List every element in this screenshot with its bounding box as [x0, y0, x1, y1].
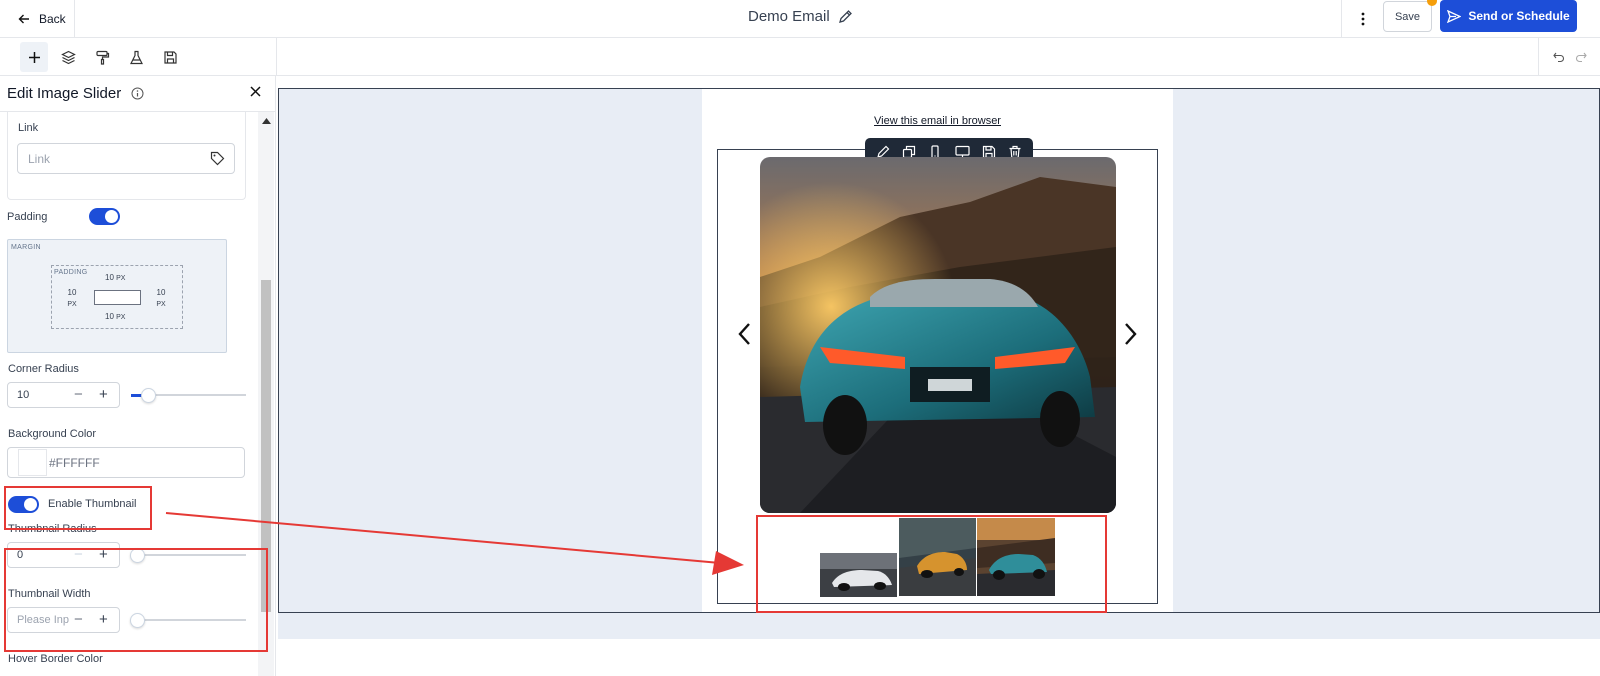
corner-radius-stepper[interactable]: 10 − +: [7, 382, 120, 408]
info-icon[interactable]: [131, 87, 144, 100]
layers-icon: [60, 50, 76, 64]
scroll-up-icon[interactable]: [262, 118, 271, 124]
save-button[interactable]: Save: [1383, 1, 1432, 32]
flask-icon: [129, 50, 143, 64]
back-label: Back: [39, 12, 66, 26]
padding-left-value[interactable]: 10 PX: [65, 287, 79, 310]
top-bar: Back Demo Email Save Send or Schedule: [0, 0, 1600, 38]
hover-border-color-label: Hover Border Color: [8, 653, 103, 665]
header-divider: [1341, 0, 1342, 38]
plus-icon[interactable]: +: [99, 386, 108, 403]
email-title-text: Demo Email: [748, 8, 830, 25]
content-box: [94, 290, 141, 305]
test-tool[interactable]: [122, 42, 150, 72]
toolbar-divider: [276, 38, 277, 76]
background-color-value[interactable]: #FFFFFF: [49, 456, 100, 470]
chevron-right-icon[interactable]: [1124, 322, 1138, 346]
email-title[interactable]: Demo Email: [748, 8, 853, 25]
history-controls: [1538, 38, 1600, 76]
highlight-enable-thumbnail: [4, 486, 152, 530]
add-elements-tool[interactable]: [20, 42, 48, 72]
unsaved-indicator: [1427, 0, 1437, 6]
plus-icon: [28, 51, 40, 63]
slider-main-image[interactable]: [760, 157, 1116, 513]
padding-box: PADDING 10 PX 10 PX 10 PX 10 PX: [51, 265, 183, 329]
send-or-schedule-button[interactable]: Send or Schedule: [1440, 0, 1577, 32]
link-placeholder: Link: [28, 151, 51, 166]
margin-label: MARGIN: [11, 244, 41, 251]
styles-tool[interactable]: [88, 42, 116, 72]
more-vertical-icon: [1361, 12, 1365, 26]
padding-toggle[interactable]: [89, 208, 120, 225]
paint-roller-icon: [95, 50, 109, 65]
padding-box-label: PADDING: [54, 269, 88, 276]
chevron-left-icon[interactable]: [737, 322, 751, 346]
send-label: Send or Schedule: [1468, 9, 1570, 23]
sports-car-photo: [760, 157, 1116, 513]
annotation-arrow: [165, 512, 744, 575]
minus-icon[interactable]: −: [74, 386, 83, 403]
back-button[interactable]: Back: [0, 0, 75, 38]
pencil-icon[interactable]: [838, 9, 853, 24]
tag-icon[interactable]: [210, 151, 225, 166]
floppy-disk-icon: [163, 50, 177, 64]
send-icon: [1447, 9, 1462, 23]
panel-header: Edit Image Slider: [0, 76, 275, 112]
redo-icon[interactable]: [1575, 51, 1587, 63]
link-input[interactable]: Link: [17, 143, 235, 174]
close-icon[interactable]: [249, 85, 262, 98]
color-swatch[interactable]: [18, 449, 47, 476]
padding-top-value[interactable]: 10 PX: [105, 272, 125, 284]
layers-tool[interactable]: [54, 42, 82, 72]
background-color-field[interactable]: #FFFFFF: [7, 447, 245, 478]
padding-label: Padding: [7, 211, 48, 223]
editor-toolbar: [0, 38, 1600, 76]
view-in-browser-link[interactable]: View this email in browser: [702, 115, 1173, 127]
arrow-left-icon: [18, 14, 29, 24]
corner-radius-slider-handle[interactable]: [141, 388, 156, 403]
background-color-label: Background Color: [8, 428, 97, 440]
spacing-box: MARGIN PADDING 10 PX 10 PX 10 PX 10 PX: [7, 239, 227, 353]
link-label: Link: [18, 122, 39, 134]
panel-title: Edit Image Slider: [7, 85, 122, 102]
padding-bottom-value[interactable]: 10 PX: [105, 311, 125, 323]
highlight-thumbnails: [756, 515, 1107, 613]
padding-right-value[interactable]: 10 PX: [154, 287, 168, 310]
corner-radius-label: Corner Radius: [8, 363, 79, 375]
undo-icon[interactable]: [1552, 51, 1565, 63]
corner-radius-value[interactable]: 10: [17, 389, 29, 401]
save-template-tool[interactable]: [156, 42, 184, 72]
more-options-button[interactable]: [1353, 8, 1373, 30]
